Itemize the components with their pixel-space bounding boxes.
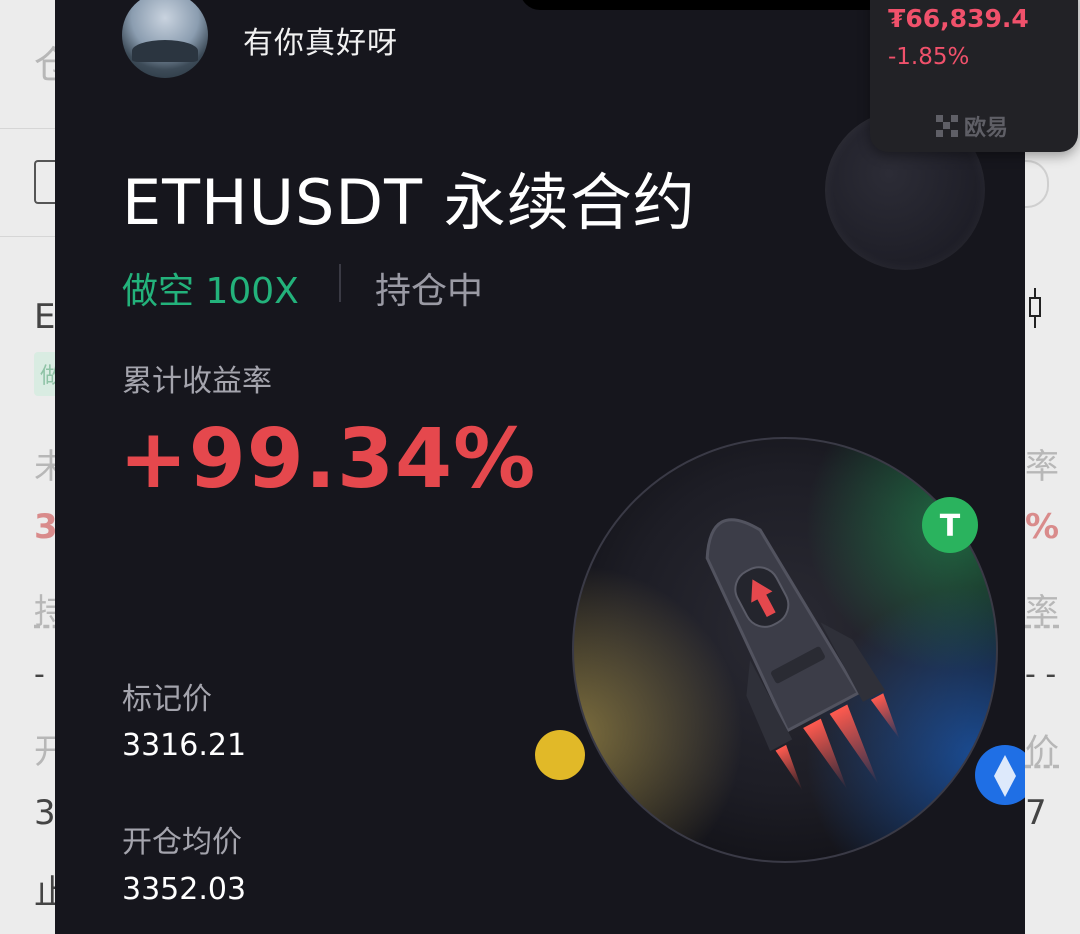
avatar[interactable]	[122, 0, 208, 78]
bg-label-char: 价	[1025, 732, 1059, 772]
rocket-in-orb-illustration: T	[535, 437, 1025, 863]
cumulative-return-label: 累计收益率	[122, 364, 272, 399]
svg-text:T: T	[940, 509, 961, 544]
ticker-brand-name: 欧易	[964, 116, 1009, 141]
mark-price-label: 标记价	[122, 682, 212, 717]
position-direction-leverage: 做空 100X	[122, 271, 299, 312]
okx-logo-icon	[936, 115, 958, 137]
bg-circle-button	[1025, 160, 1049, 208]
bg-value-char: %	[1025, 507, 1060, 547]
bg-divider	[0, 128, 55, 129]
bg-value-char: 3	[34, 793, 56, 833]
mark-price-value: 3316.21	[122, 728, 247, 763]
divider	[339, 264, 341, 302]
ticker-brand: 欧易	[936, 110, 1008, 142]
candlestick-icon	[1028, 288, 1042, 328]
ticker-price: ₮66,839.4	[888, 4, 1029, 33]
open-avg-price-value: 3352.03	[122, 872, 247, 907]
position-status: 持仓中	[375, 271, 484, 312]
open-avg-price-label: 开仓均价	[122, 825, 242, 860]
cumulative-return-value: +99.34%	[119, 412, 537, 507]
bg-divider	[0, 236, 55, 237]
bg-value-char: - -	[1025, 657, 1057, 692]
contract-title: ETHUSDT 永续合约	[122, 166, 696, 239]
username: 有你真好呀	[243, 26, 398, 61]
ticker-change: -1.85%	[888, 44, 970, 70]
bg-label-char: 率	[1025, 447, 1059, 487]
bg-label-char: 率	[1025, 592, 1059, 632]
bg-symbol-char: E	[34, 297, 56, 337]
price-ticker-widget[interactable]: ₮66,839.4 -1.85% 欧易	[870, 0, 1078, 152]
bg-value-char: 7	[1025, 793, 1047, 833]
